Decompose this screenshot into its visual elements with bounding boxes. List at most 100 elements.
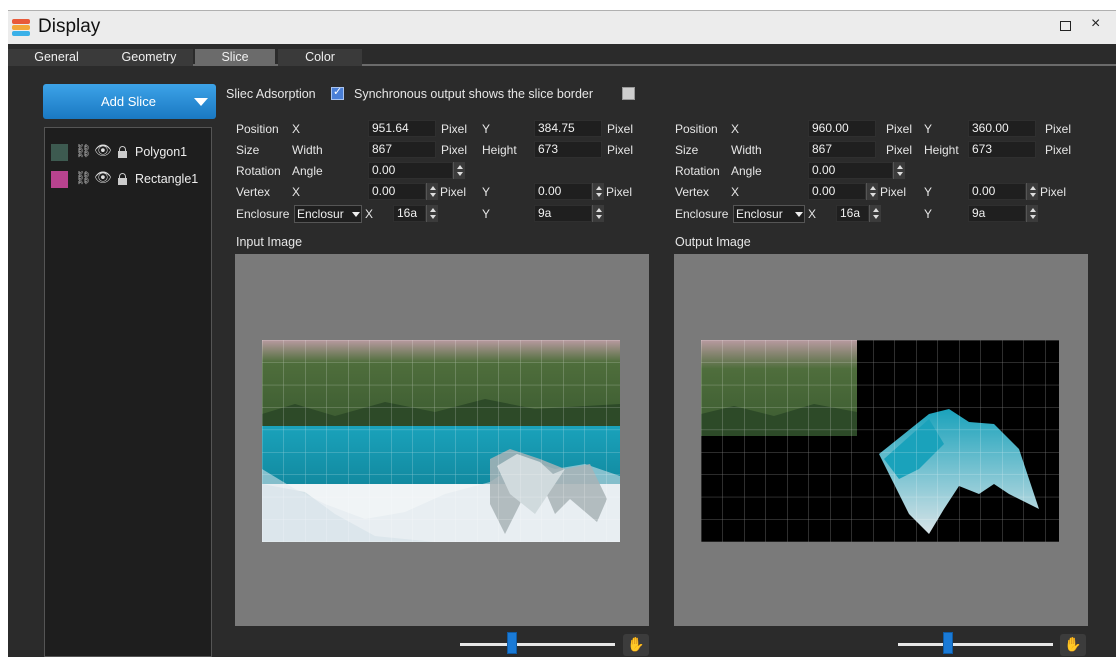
unit-label: Pixel bbox=[1045, 122, 1072, 136]
position-x-field[interactable]: 951.64 bbox=[368, 120, 436, 137]
unit-label: Pixel bbox=[607, 143, 634, 157]
y-label: Y bbox=[482, 185, 491, 199]
position-label: Position bbox=[236, 122, 279, 136]
width-label: Width bbox=[292, 143, 323, 157]
enclosure-x-spinner[interactable] bbox=[869, 205, 881, 222]
vertex-y-spinner[interactable] bbox=[1026, 183, 1038, 200]
dropdown-arrow-icon[interactable] bbox=[194, 98, 208, 106]
vertex-y-field[interactable]: 0.00 bbox=[534, 183, 592, 200]
enclosure-label: Enclosure bbox=[675, 207, 729, 221]
unit-label: Pixel bbox=[886, 143, 913, 157]
unit-label: Pixel bbox=[880, 185, 907, 199]
slice-name: Polygon1 bbox=[135, 145, 188, 159]
enclosure-y-field[interactable]: 9a bbox=[534, 205, 592, 222]
height-field[interactable]: 673 bbox=[534, 141, 602, 158]
enclosure-x-spinner[interactable] bbox=[426, 205, 438, 222]
height-label: Height bbox=[924, 143, 959, 157]
output-image-preview bbox=[701, 340, 1059, 542]
slice-name: Rectangle1 bbox=[135, 172, 199, 186]
slice-item-rectangle1[interactable]: ⛓ 👁 Rectangle1 bbox=[45, 168, 211, 190]
add-slice-label: Add Slice bbox=[101, 94, 156, 109]
tab-color[interactable]: Color bbox=[278, 49, 362, 66]
lock-icon[interactable] bbox=[118, 173, 127, 185]
tab-geometry[interactable]: Geometry bbox=[105, 49, 193, 66]
enclosure-y-spinner[interactable] bbox=[1026, 205, 1038, 222]
output-zoom-thumb[interactable] bbox=[943, 632, 953, 654]
chevron-down-icon bbox=[795, 212, 803, 217]
vertex-y-spinner[interactable] bbox=[592, 183, 604, 200]
input-image-canvas[interactable] bbox=[235, 254, 649, 626]
adsorption-checkbox[interactable] bbox=[331, 85, 344, 100]
size-label: Size bbox=[236, 143, 260, 157]
hand-pan-icon[interactable]: ✋ bbox=[1060, 634, 1086, 656]
input-image-preview bbox=[262, 340, 620, 542]
rotation-label: Rotation bbox=[236, 164, 281, 178]
x-label: X bbox=[808, 207, 817, 221]
title-bar: Display × bbox=[8, 10, 1116, 44]
vertex-x-spinner[interactable] bbox=[426, 183, 438, 200]
vertex-x-field[interactable]: 0.00 bbox=[808, 183, 866, 200]
hand-pan-icon[interactable]: ✋ bbox=[623, 634, 649, 656]
position-x-field[interactable]: 960.00 bbox=[808, 120, 876, 137]
enclosure-y-spinner[interactable] bbox=[592, 205, 604, 222]
unlink-icon[interactable]: ⛓ bbox=[75, 170, 92, 186]
y-label: Y bbox=[482, 122, 491, 136]
add-slice-button[interactable]: Add Slice bbox=[43, 84, 216, 119]
x-label: X bbox=[292, 122, 301, 136]
x-label: X bbox=[292, 185, 301, 199]
x-label: X bbox=[731, 185, 740, 199]
vertex-x-field[interactable]: 0.00 bbox=[368, 183, 426, 200]
rotation-label: Rotation bbox=[675, 164, 720, 178]
angle-field[interactable]: 0.00 bbox=[368, 162, 453, 179]
slice-color-swatch[interactable] bbox=[51, 171, 68, 188]
chevron-down-icon bbox=[352, 212, 360, 217]
close-icon[interactable]: × bbox=[1091, 15, 1100, 33]
unit-label: Pixel bbox=[886, 122, 913, 136]
angle-spinner[interactable] bbox=[453, 162, 465, 179]
output-image-canvas[interactable] bbox=[674, 254, 1088, 626]
height-label: Height bbox=[482, 143, 517, 157]
lock-icon[interactable] bbox=[118, 146, 127, 158]
vertex-x-spinner[interactable] bbox=[866, 183, 878, 200]
window-title: Display bbox=[38, 16, 101, 37]
angle-field[interactable]: 0.00 bbox=[808, 162, 893, 179]
input-zoom-thumb[interactable] bbox=[507, 632, 517, 654]
tab-slice[interactable]: Slice bbox=[195, 49, 275, 66]
height-field[interactable]: 673 bbox=[968, 141, 1036, 158]
unlink-icon[interactable]: ⛓ bbox=[75, 143, 92, 159]
unit-label: Pixel bbox=[441, 143, 468, 157]
enclosure-label: Enclosure bbox=[236, 207, 290, 221]
slice-list: ⛓ 👁 Polygon1 ⛓ 👁 Rectangle1 bbox=[44, 127, 212, 657]
unit-label: Pixel bbox=[606, 185, 633, 199]
enclosure-y-field[interactable]: 9a bbox=[968, 205, 1026, 222]
eye-icon[interactable]: 👁 bbox=[94, 169, 112, 186]
angle-spinner[interactable] bbox=[893, 162, 905, 179]
position-y-field[interactable]: 384.75 bbox=[534, 120, 602, 137]
maximize-icon[interactable] bbox=[1060, 21, 1071, 31]
position-y-field[interactable]: 360.00 bbox=[968, 120, 1036, 137]
slice-item-polygon1[interactable]: ⛓ 👁 Polygon1 bbox=[45, 141, 211, 163]
y-label: Y bbox=[924, 207, 933, 221]
width-field[interactable]: 867 bbox=[808, 141, 876, 158]
slice-color-swatch[interactable] bbox=[51, 144, 68, 161]
enclosure-x-field[interactable]: 16a bbox=[836, 205, 869, 222]
input-zoom-slider[interactable] bbox=[460, 643, 615, 646]
output-image-label: Output Image bbox=[675, 235, 751, 249]
unit-label: Pixel bbox=[607, 122, 634, 136]
unit-label: Pixel bbox=[440, 185, 467, 199]
width-field[interactable]: 867 bbox=[368, 141, 436, 158]
x-label: X bbox=[365, 207, 374, 221]
tab-general[interactable]: General bbox=[8, 49, 105, 66]
x-label: X bbox=[731, 122, 740, 136]
output-zoom-slider[interactable] bbox=[898, 643, 1053, 646]
sync-border-checkbox[interactable] bbox=[622, 87, 635, 100]
enclosure-select[interactable]: Enclosur bbox=[294, 205, 362, 223]
vertex-y-field[interactable]: 0.00 bbox=[968, 183, 1026, 200]
unit-label: Pixel bbox=[1045, 143, 1072, 157]
vertex-label: Vertex bbox=[236, 185, 271, 199]
display-window: Display × General Geometry Slice Color A… bbox=[8, 10, 1116, 657]
enclosure-x-field[interactable]: 16a bbox=[393, 205, 426, 222]
angle-label: Angle bbox=[731, 164, 762, 178]
enclosure-select[interactable]: Enclosur bbox=[733, 205, 805, 223]
eye-icon[interactable]: 👁 bbox=[94, 142, 112, 159]
